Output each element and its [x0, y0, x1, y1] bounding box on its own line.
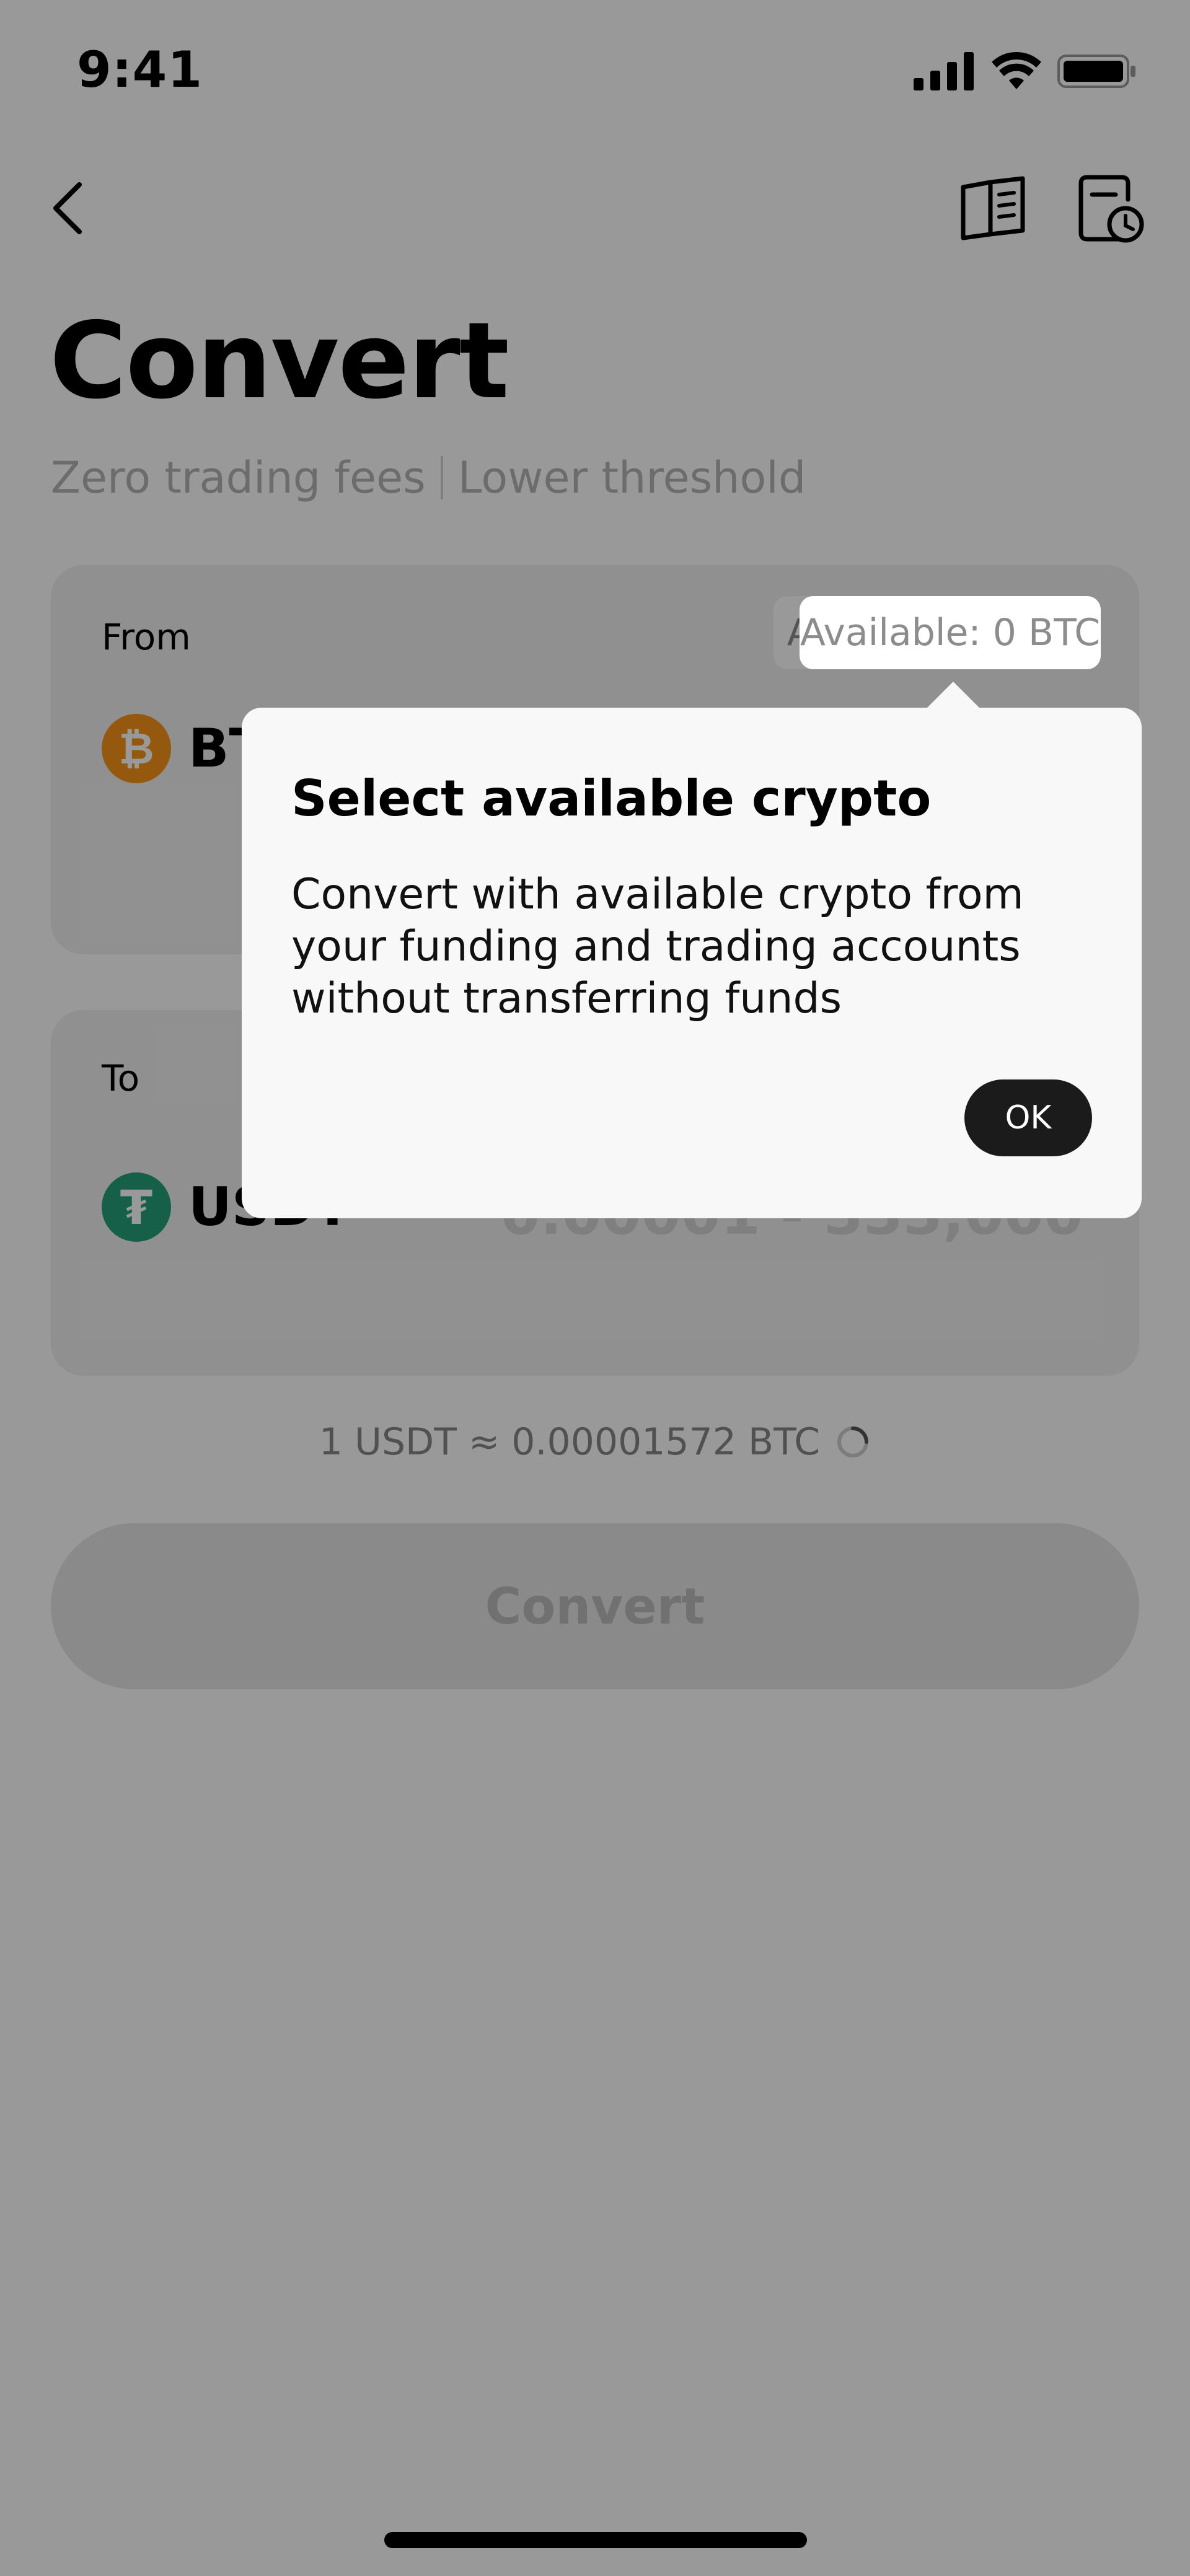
popup-title: Select available crypto	[291, 770, 932, 827]
popup-body: Convert with available crypto from your …	[291, 870, 1024, 1023]
select-crypto-popup: Select available crypto Convert with ava…	[242, 708, 1142, 1218]
modal-backdrop[interactable]	[0, 0, 1190, 2576]
available-balance-highlight[interactable]: Available: 0 BTC	[800, 596, 1101, 669]
popup-ok-button[interactable]: OK	[964, 1079, 1092, 1156]
popup-pointer	[926, 682, 981, 709]
home-indicator[interactable]	[384, 2532, 807, 2548]
